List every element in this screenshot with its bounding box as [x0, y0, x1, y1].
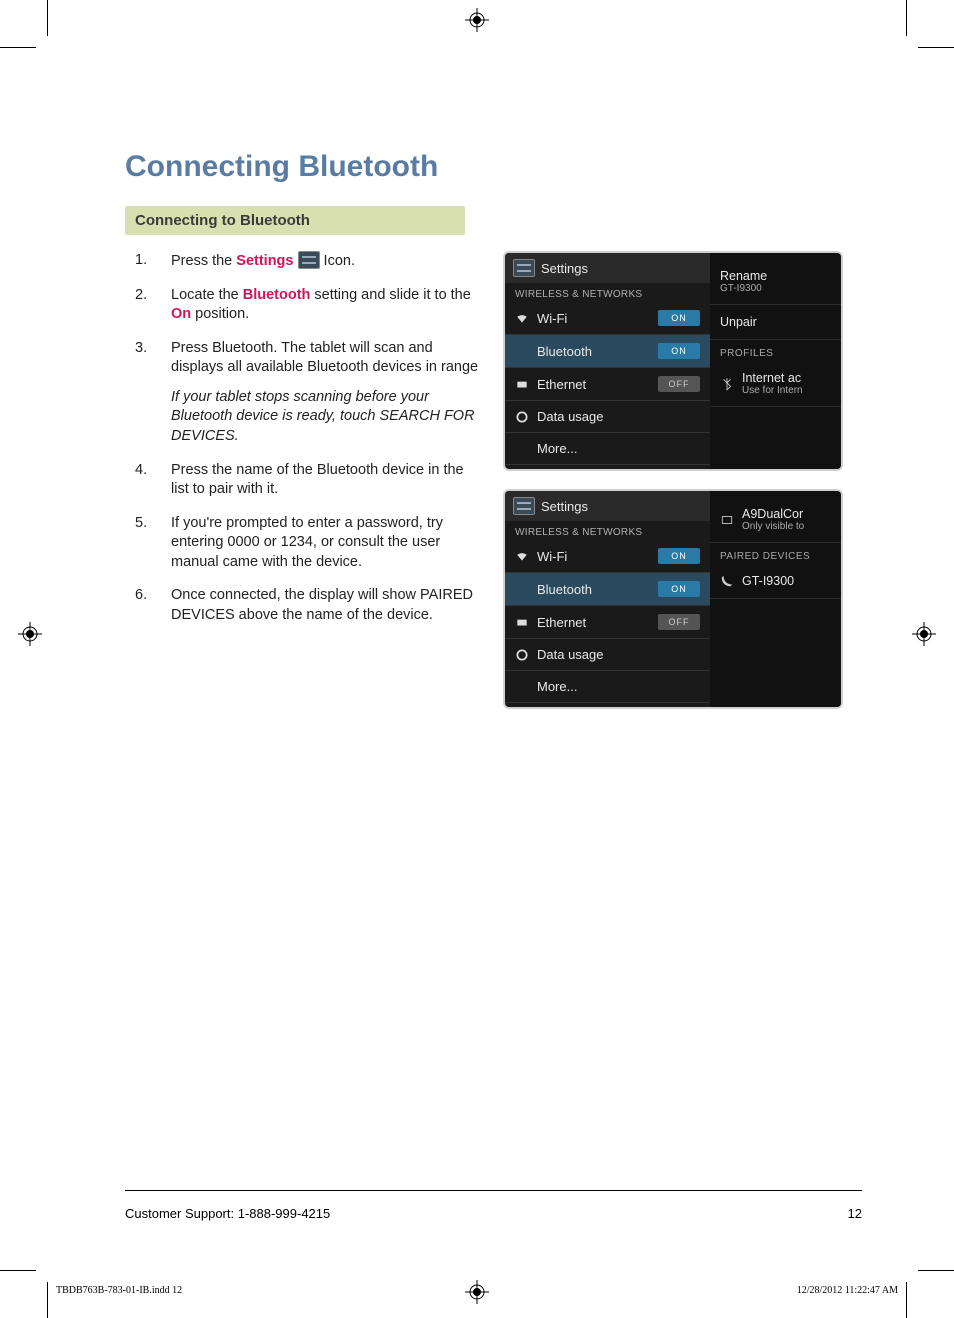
settings-icon: [513, 497, 535, 515]
crop-mark: [47, 0, 48, 36]
crop-mark: [918, 47, 954, 48]
step-text: setting and slide it to the: [310, 287, 470, 303]
row-label: Ethernet: [537, 377, 650, 392]
settings-icon: [513, 259, 535, 277]
tablet-icon: [720, 513, 734, 527]
crop-mark: [906, 0, 907, 36]
step-text: Icon.: [320, 253, 355, 269]
step-3: Press Bluetooth. The tablet will scan an…: [125, 339, 483, 447]
row-label: Wi-Fi: [537, 549, 650, 564]
row-label: Data usage: [537, 409, 700, 424]
screenshot-2: Settings WIRELESS & NETWORKS Wi-Fi ON Bl…: [503, 489, 843, 709]
item-label: Unpair: [720, 315, 757, 329]
crop-mark: [0, 1270, 36, 1271]
data-usage-row: Data usage: [505, 401, 710, 433]
item-label: Internet ac: [742, 371, 801, 385]
profiles-label: PROFILES: [710, 340, 841, 361]
registration-mark-icon: [18, 622, 42, 646]
wifi-icon: [515, 549, 529, 563]
rename-item: Rename GT-I9300: [710, 259, 841, 305]
screenshot-1: Settings WIRELESS & NETWORKS Wi-Fi ON Bl…: [503, 251, 843, 471]
step-2: Locate the Bluetooth setting and slide i…: [125, 286, 483, 325]
footer-support: Customer Support: 1-888-999-4215: [125, 1206, 330, 1221]
row-label: Wi-Fi: [537, 311, 650, 326]
crop-mark: [918, 1270, 954, 1271]
step-text: position.: [191, 306, 249, 322]
section-label: WIRELESS & NETWORKS: [505, 521, 710, 540]
crop-mark: [906, 1282, 907, 1318]
paired-device-item: GT-I9300: [710, 564, 841, 599]
row-label: Data usage: [537, 647, 700, 662]
phone-icon: [720, 574, 734, 588]
on-label: On: [171, 306, 191, 322]
item-sublabel: Only visible to: [742, 521, 804, 532]
toggle-off: OFF: [658, 376, 700, 392]
screenshot-title: Settings: [541, 261, 588, 276]
ethernet-row: Ethernet OFF: [505, 368, 710, 401]
more-row: More...: [505, 671, 710, 703]
toggle-on: ON: [658, 343, 700, 359]
bluetooth-row: Bluetooth ON: [505, 335, 710, 368]
item-label: Rename: [720, 269, 767, 283]
step-text: Press Bluetooth. The tablet will scan an…: [171, 340, 478, 376]
unpair-item: Unpair: [710, 305, 841, 340]
section-label: WIRELESS & NETWORKS: [505, 283, 710, 302]
imprint-filename: TBDB763B-783-01-IB.indd 12: [56, 1285, 182, 1296]
page-title: Connecting Bluetooth: [125, 150, 860, 184]
crop-mark: [47, 1282, 48, 1318]
item-sublabel: GT-I9300: [720, 283, 767, 294]
item-label: A9DualCor: [742, 507, 803, 521]
data-usage-icon: [515, 410, 529, 424]
step-1: Press the Settings Icon.: [125, 251, 483, 272]
bluetooth-row: Bluetooth ON: [505, 573, 710, 606]
more-row: More...: [505, 433, 710, 465]
section-header: Connecting to Bluetooth: [125, 206, 465, 235]
data-usage-row: Data usage: [505, 639, 710, 671]
bluetooth-label: Bluetooth: [243, 287, 311, 303]
step-6: Once connected, the display will show PA…: [125, 586, 483, 625]
footer-rule: [125, 1190, 862, 1191]
page-number: 12: [848, 1206, 862, 1221]
item-label: GT-I9300: [742, 574, 794, 588]
row-label: More...: [537, 679, 700, 694]
toggle-off: OFF: [658, 614, 700, 630]
toggle-on: ON: [658, 548, 700, 564]
step-note: If your tablet stops scanning before you…: [171, 388, 483, 447]
step-4: Press the name of the Bluetooth device i…: [125, 461, 483, 500]
step-text: Locate the: [171, 287, 243, 303]
device-item: A9DualCor Only visible to: [710, 497, 841, 543]
wifi-row: Wi-Fi ON: [505, 302, 710, 335]
row-label: More...: [537, 441, 700, 456]
step-text: Press the: [171, 253, 236, 269]
registration-mark-icon: [465, 1280, 489, 1304]
ethernet-icon: [515, 615, 529, 629]
row-label: Bluetooth: [537, 344, 650, 359]
screenshots-column: Settings WIRELESS & NETWORKS Wi-Fi ON Bl…: [503, 251, 843, 709]
wifi-icon: [515, 311, 529, 325]
screenshot-title: Settings: [541, 499, 588, 514]
row-label: Bluetooth: [537, 582, 650, 597]
toggle-on: ON: [658, 581, 700, 597]
settings-icon: [298, 251, 320, 269]
row-label: Ethernet: [537, 615, 650, 630]
crop-mark: [0, 47, 36, 48]
ethernet-row: Ethernet OFF: [505, 606, 710, 639]
instructions-column: Press the Settings Icon. Locate the Blue…: [125, 251, 483, 639]
bluetooth-icon: [720, 377, 734, 391]
registration-mark-icon: [912, 622, 936, 646]
wifi-row: Wi-Fi ON: [505, 540, 710, 573]
toggle-on: ON: [658, 310, 700, 326]
internet-access-item: Internet ac Use for Intern: [710, 361, 841, 407]
paired-devices-label: PAIRED DEVICES: [710, 543, 841, 564]
ethernet-icon: [515, 377, 529, 391]
item-sublabel: Use for Intern: [742, 385, 803, 396]
data-usage-icon: [515, 648, 529, 662]
registration-mark-icon: [465, 8, 489, 32]
step-5: If you're prompted to enter a password, …: [125, 514, 483, 573]
imprint-timestamp: 12/28/2012 11:22:47 AM: [797, 1285, 898, 1296]
settings-label: Settings: [236, 253, 293, 269]
